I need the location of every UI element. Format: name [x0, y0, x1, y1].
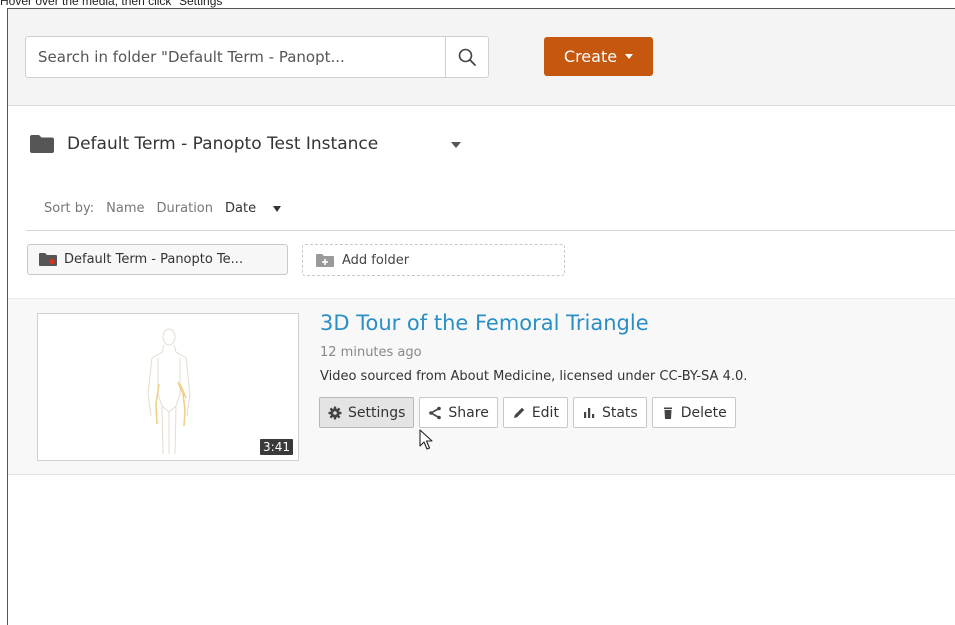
share-icon — [429, 406, 442, 419]
instruction-text: Hover over the media, then click "Settin… — [0, 0, 227, 8]
stats-label: Stats — [601, 404, 638, 421]
folder-dropdown-icon[interactable] — [451, 142, 461, 148]
pencil-icon — [513, 407, 525, 418]
session-thumbnail[interactable]: 3:41 — [37, 313, 299, 461]
search-input[interactable]: Search in folder "Default Term - Panopt.… — [25, 36, 446, 78]
share-label: Share — [448, 404, 489, 421]
page-title: Default Term - Panopto Test Instance — [67, 134, 379, 154]
add-folder-label: Add folder — [342, 252, 410, 268]
breadcrumb-folder-chip[interactable]: Default Term - Panopto Te... — [27, 244, 288, 275]
stats-button[interactable]: Stats — [572, 397, 647, 428]
search-button[interactable] — [445, 36, 489, 78]
share-button[interactable]: Share — [419, 397, 498, 428]
add-folder-button[interactable]: Add folder — [302, 244, 565, 276]
session-timestamp: 12 minutes ago — [320, 345, 422, 360]
app-frame: Search in folder "Default Term - Panopt.… — [7, 8, 955, 625]
edit-label: Edit — [531, 404, 559, 421]
session-row[interactable]: 3:41 3D Tour of the Femoral Triangle 12 … — [8, 298, 955, 475]
search-icon — [458, 48, 476, 66]
duration-badge: 3:41 — [260, 439, 293, 455]
session-actions: Settings Share Edit Stats Delete — [319, 397, 736, 428]
session-description: Video sourced from About Medicine, licen… — [320, 369, 748, 384]
sort-desc-icon — [273, 205, 282, 212]
breadcrumb-folder-label: Default Term - Panopto Te... — [64, 252, 244, 267]
settings-button[interactable]: Settings — [319, 397, 415, 428]
sort-option-name[interactable]: Name — [106, 201, 144, 216]
add-folder-icon — [316, 253, 334, 267]
sort-option-date[interactable]: Date — [225, 201, 293, 216]
create-button-label: Create — [563, 47, 618, 66]
gear-icon — [328, 406, 342, 419]
settings-label: Settings — [348, 404, 406, 421]
edit-button[interactable]: Edit — [502, 397, 568, 428]
sort-option-duration[interactable]: Duration — [157, 201, 213, 216]
create-button[interactable]: Create — [544, 37, 653, 76]
delete-button[interactable]: Delete — [651, 397, 736, 428]
delete-label: Delete — [680, 404, 727, 421]
chevron-down-icon — [625, 54, 634, 59]
trash-icon — [663, 407, 672, 419]
folder-recording-icon — [39, 253, 57, 266]
folder-icon — [30, 135, 54, 153]
session-title-link[interactable]: 3D Tour of the Femoral Triangle — [320, 311, 649, 335]
folder-header: Default Term - Panopto Test Instance — [29, 132, 378, 156]
header-bar: Search in folder "Default Term - Panopt.… — [8, 9, 955, 106]
sort-label: Sort by: — [44, 201, 95, 216]
sort-bar: Sort by: Name Duration Date — [44, 201, 305, 216]
bar-chart-icon — [583, 407, 595, 418]
mouse-cursor-icon — [419, 429, 433, 450]
sort-option-date-label: Date — [225, 201, 257, 216]
divider — [26, 230, 955, 231]
